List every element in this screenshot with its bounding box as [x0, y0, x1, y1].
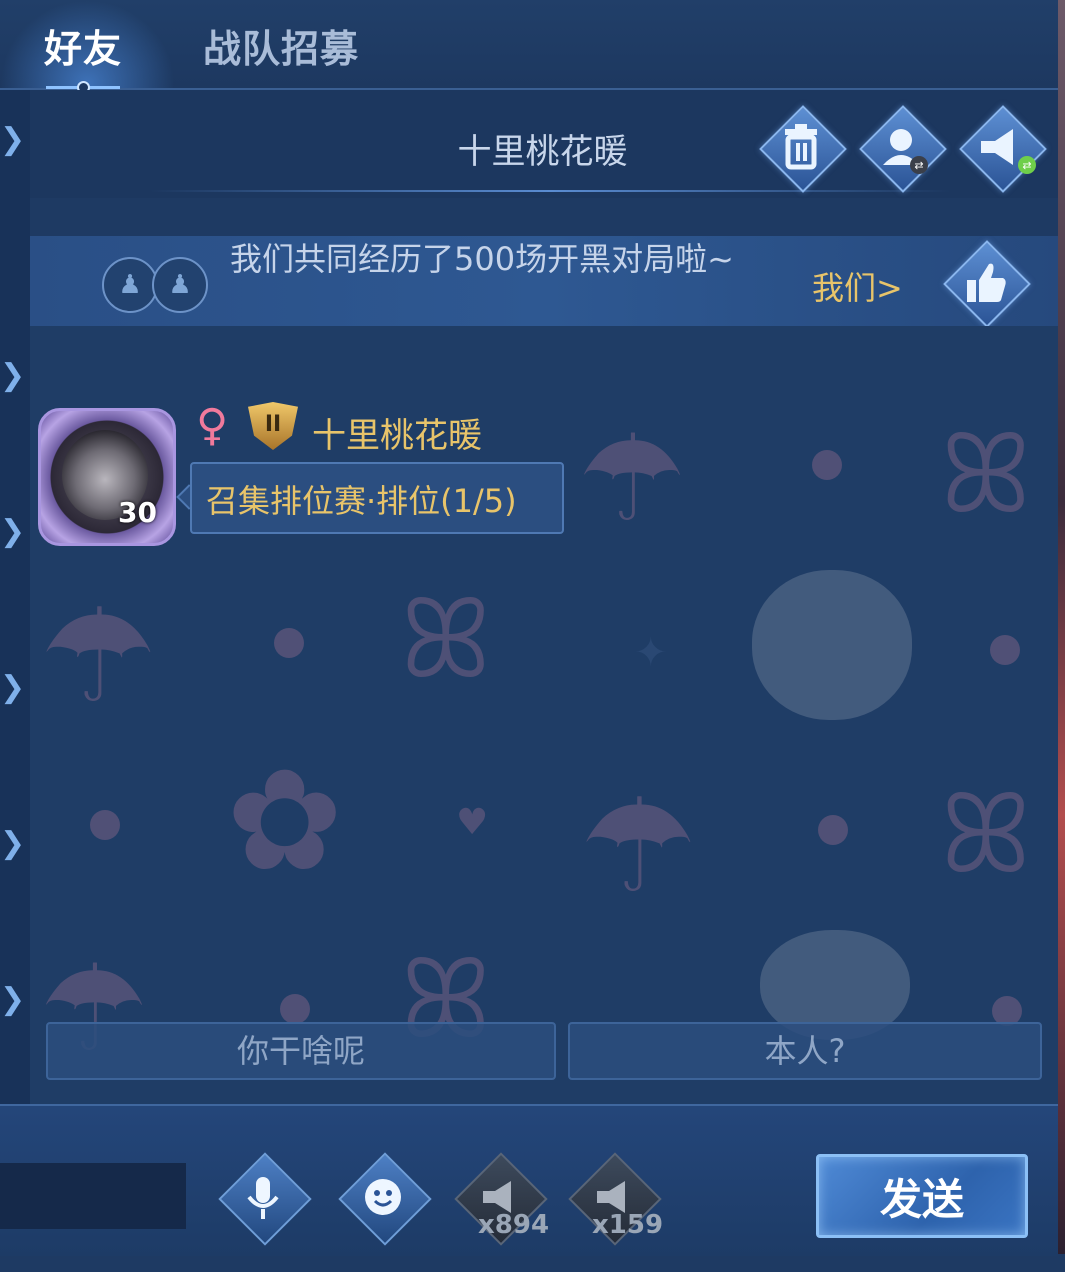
banner-link[interactable]: 我们> [812, 263, 903, 309]
switch-broadcast-icon: ⇄ [961, 107, 1041, 187]
sparkle-icon: ✦ [634, 630, 668, 676]
flower-icon: ✿ [226, 740, 344, 903]
trash-icon [761, 107, 841, 187]
switch-profile-icon: ⇄ [861, 107, 941, 187]
heart-icon: ♥ [456, 802, 489, 843]
decor-dot [280, 994, 310, 1024]
sender-name[interactable]: 十里桃花暖 [312, 408, 482, 457]
quick-reply-button[interactable]: 你干啥呢 [46, 1022, 556, 1080]
umbrella-icon: ☂ [578, 410, 686, 549]
horn-count: x894 [478, 1210, 550, 1240]
svg-text:⇄: ⇄ [1022, 159, 1031, 172]
decor-dot [990, 635, 1020, 665]
chevron-right-icon[interactable]: ❯ [0, 512, 25, 552]
emoji-icon [339, 1153, 427, 1241]
decor-dot [274, 628, 304, 658]
bow-icon: ꕤ [940, 770, 1032, 898]
message-text: 召集排位赛·排位(1/5) [206, 482, 517, 520]
mini-avatar: ♟ [102, 257, 158, 313]
bow-icon: ꕤ [400, 575, 492, 703]
tab-team-recruit[interactable]: 战队招募 [203, 18, 359, 73]
decor-dot [90, 810, 120, 840]
mini-avatar: ♟ [152, 257, 208, 313]
bow-icon: ꕤ [940, 410, 1032, 538]
friend-list-rail[interactable] [0, 90, 30, 1105]
background-edge [1058, 0, 1065, 1254]
send-button[interactable]: 发送 [816, 1154, 1028, 1238]
banner-text: 我们共同经历了500场开黑对局啦~ [230, 240, 734, 278]
svg-text:⇄: ⇄ [914, 159, 923, 172]
female-icon: ♀ [196, 400, 229, 451]
decor-dot [812, 450, 842, 480]
header-divider [150, 190, 950, 192]
chevron-right-icon[interactable]: ❯ [0, 980, 25, 1020]
umbrella-icon: ☂ [40, 580, 157, 732]
chat-title: 十里桃花暖 [457, 132, 628, 172]
microphone-icon [219, 1153, 307, 1241]
chat-input[interactable] [0, 1163, 186, 1229]
chevron-right-icon[interactable]: ❯ [0, 120, 25, 160]
decor-dot [818, 815, 848, 845]
umbrella-icon: ☂ [580, 770, 697, 922]
big-horn-count: x159 [592, 1210, 664, 1240]
chevron-right-icon[interactable]: ❯ [0, 668, 25, 708]
thumbs-up-icon [945, 242, 1025, 322]
avatar-level: 30 [118, 496, 157, 529]
tab-friends[interactable]: 好友 [44, 18, 122, 73]
chevron-right-icon[interactable]: ❯ [0, 824, 25, 864]
quick-reply-button[interactable]: 本人? [568, 1022, 1042, 1080]
kitty-icon [752, 570, 912, 720]
chevron-right-icon[interactable]: ❯ [0, 356, 25, 396]
